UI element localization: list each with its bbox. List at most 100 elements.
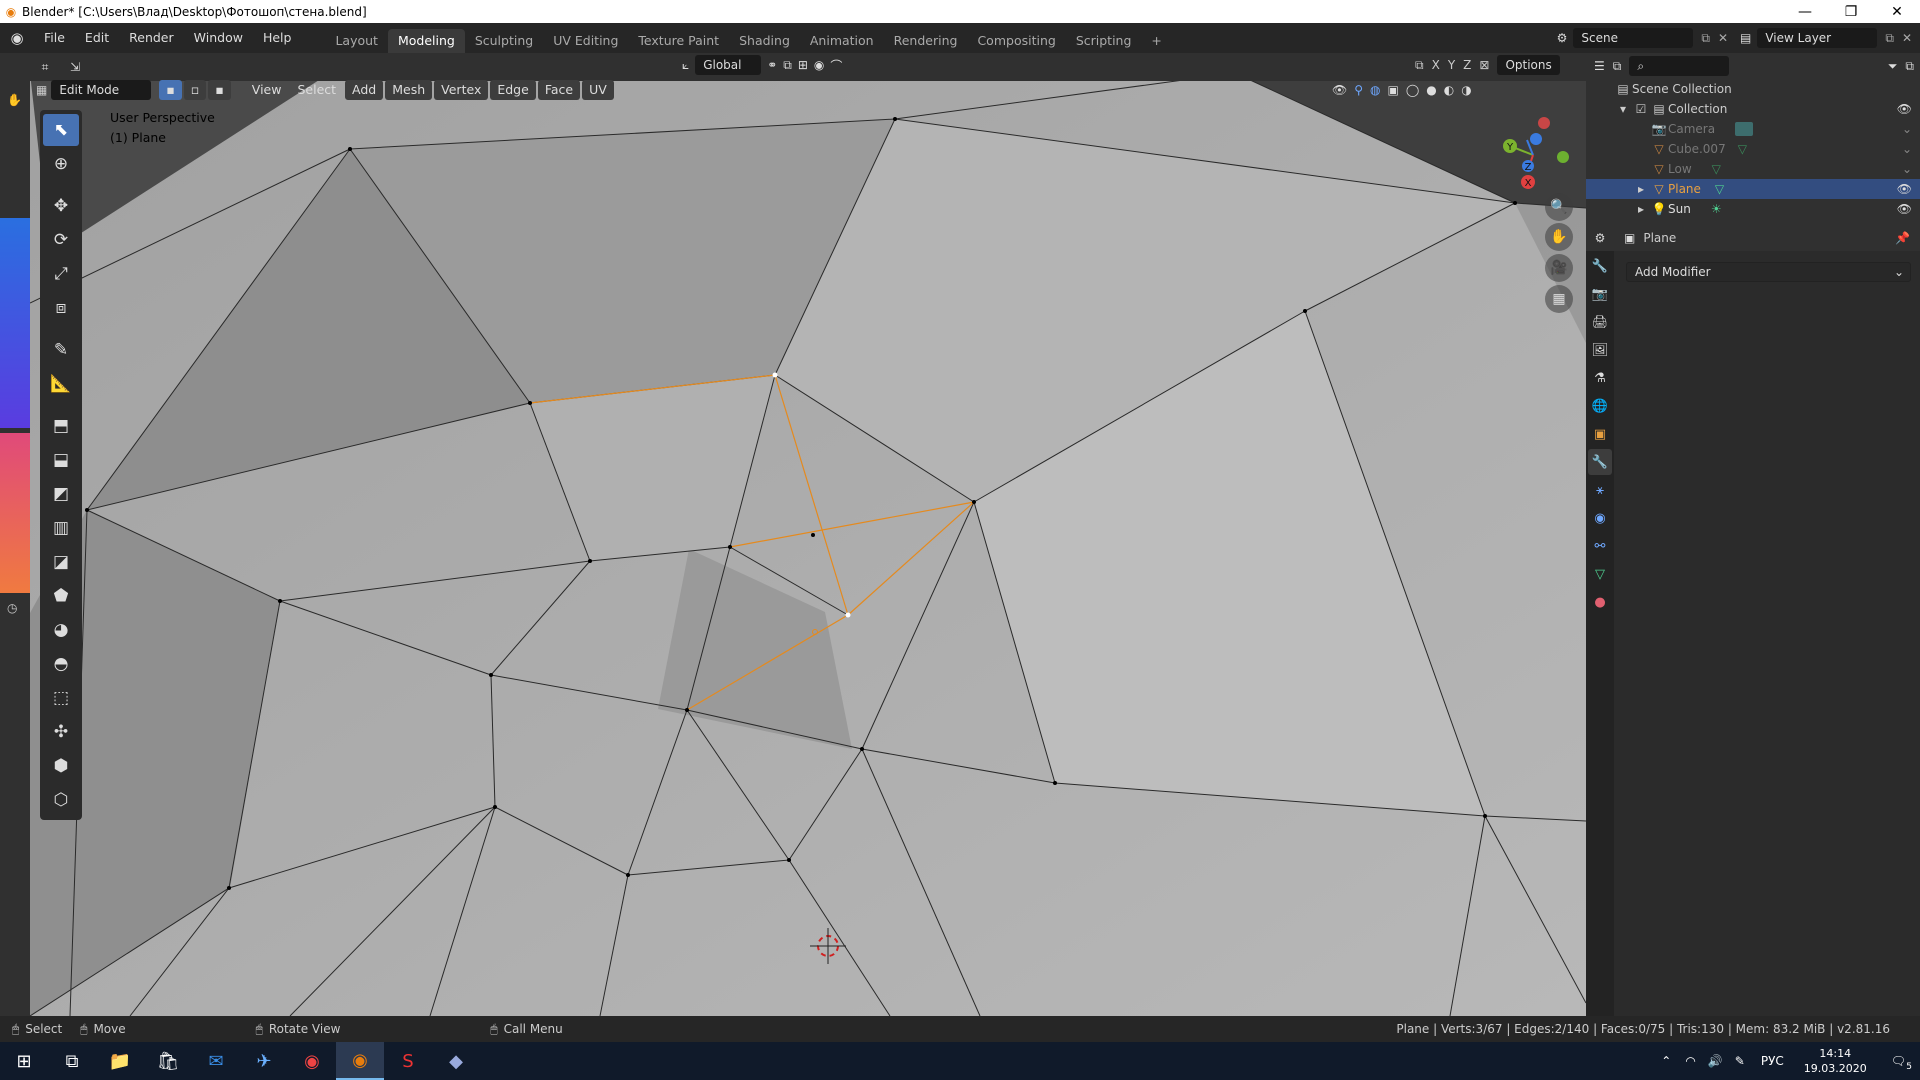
mesh-vertex[interactable] (489, 673, 493, 677)
mesh-vertex[interactable] (493, 805, 497, 809)
eye-icon[interactable]: 👁 (1897, 202, 1912, 216)
loop-cut-tool-icon[interactable]: ▥ (43, 512, 79, 544)
mail-icon[interactable]: ✉ (192, 1042, 240, 1080)
scale-tool-icon[interactable]: ⤢ (43, 258, 79, 290)
blender-taskbar-icon[interactable]: ◉ (336, 1042, 384, 1080)
snap-icon[interactable]: ⧉ (783, 58, 792, 73)
eye-icon[interactable]: 👁 (1897, 102, 1912, 116)
orientation-dropdown[interactable]: Global (695, 55, 762, 75)
mesh-vertex[interactable] (972, 500, 976, 504)
scene-field[interactable]: Scene (1573, 28, 1694, 48)
hand-icon[interactable]: ✋ (7, 93, 22, 107)
spin-tool-icon[interactable]: ◕ (43, 614, 79, 646)
app-icon-2[interactable]: ◆ (432, 1042, 480, 1080)
add-workspace-button[interactable]: + (1141, 29, 1171, 53)
filter-icon[interactable]: ⏷ (1888, 59, 1898, 74)
edge-select-mode[interactable]: ▫ (183, 80, 207, 100)
poly-build-tool-icon[interactable]: ⬟ (43, 580, 79, 612)
minimize-button[interactable]: — (1782, 0, 1828, 23)
menu-select[interactable]: Select (290, 80, 343, 100)
tab-rendering[interactable]: Rendering (884, 29, 968, 53)
pen-icon[interactable]: ✎ (1735, 1054, 1745, 1068)
snap-target-icon[interactable]: ⊞ (798, 58, 808, 72)
chrome-icon[interactable]: ◉ (288, 1042, 336, 1080)
menu-edge[interactable]: Edge (490, 80, 536, 100)
display-mode-icon[interactable]: ⧉ (1613, 59, 1622, 74)
xray-icon[interactable]: ▣ (1388, 83, 1399, 97)
app-icon[interactable]: ✈ (240, 1042, 288, 1080)
tab-animation[interactable]: Animation (800, 29, 884, 53)
outliner-item-low[interactable]: ▽ Low ▽ ⌄ (1586, 159, 1920, 179)
camera-view-icon[interactable]: 🎥 (1545, 254, 1573, 282)
wireframe-shading-icon[interactable]: ◯ (1406, 83, 1419, 97)
hidden-icon[interactable]: ⌄ (1902, 142, 1912, 156)
bevel-tool-icon[interactable]: ◩ (43, 478, 79, 510)
pin-icon[interactable]: 📌 (1895, 231, 1910, 245)
modifier-tab-icon[interactable]: 🔧 (1588, 449, 1612, 475)
tab-sculpting[interactable]: Sculpting (465, 29, 543, 53)
outliner-item-camera[interactable]: 📷 Camera ⌄ (1586, 119, 1920, 139)
mesh-wireframe[interactable] (30, 73, 1586, 1016)
visibility-icon[interactable]: 👁 (1332, 83, 1347, 97)
mesh-vertex[interactable] (1053, 781, 1057, 785)
menu-face[interactable]: Face (537, 80, 581, 100)
3d-viewport[interactable] (30, 73, 1586, 1016)
mesh-vertex[interactable] (787, 858, 791, 862)
outliner-item-sun[interactable]: ▸ 💡 Sun ☀ 👁 (1586, 199, 1920, 219)
scene-tab-icon[interactable]: ⚗ (1588, 365, 1612, 391)
menu-uv[interactable]: UV (582, 80, 614, 100)
store-icon[interactable]: 🛍 (144, 1042, 192, 1080)
eye-icon[interactable]: 👁 (1897, 182, 1912, 196)
face-select-mode[interactable]: ▪ (208, 80, 231, 100)
scene-icon[interactable]: ⚙ (1557, 31, 1568, 45)
outliner-search-field[interactable]: ⌕ (1629, 56, 1730, 76)
select-box-tool-icon[interactable]: ⬉ (43, 114, 79, 146)
menu-vertex[interactable]: Vertex (434, 80, 489, 100)
world-tab-icon[interactable]: 🌐 (1588, 393, 1612, 419)
object-tab-icon[interactable]: ▣ (1588, 421, 1612, 447)
menu-view[interactable]: View (245, 80, 289, 100)
auto-merge-icon[interactable]: ⊠ (1479, 58, 1489, 72)
substance-icon[interactable]: S (384, 1042, 432, 1080)
options-dropdown[interactable]: Options (1497, 55, 1560, 75)
tab-compositing[interactable]: Compositing (967, 29, 1065, 53)
measure-tool-icon[interactable]: 📐 (43, 368, 79, 400)
properties-editor-icon[interactable]: ⚙ (1586, 225, 1614, 251)
transform-tool-icon[interactable]: ⧈ (43, 292, 79, 324)
particles-tab-icon[interactable]: ⚹ (1588, 477, 1612, 503)
menu-file[interactable]: File (34, 23, 75, 53)
outliner-item-plane[interactable]: ▸ ▽ Plane ▽ 👁 (1586, 179, 1920, 199)
hidden-icon[interactable]: ⌄ (1902, 122, 1912, 136)
menu-window[interactable]: Window (184, 23, 253, 53)
checkbox-icon[interactable]: ☑ (1632, 102, 1650, 116)
disclosure-closed-icon[interactable]: ▸ (1632, 202, 1650, 216)
editor-type-icon[interactable]: ⌗ (30, 60, 60, 75)
mesh-vertex[interactable] (893, 117, 897, 121)
cursor-tool-icon[interactable]: ⊕ (43, 148, 79, 180)
file-explorer-icon[interactable]: 📁 (96, 1042, 144, 1080)
rendered-shading-icon[interactable]: ◑ (1461, 83, 1471, 97)
selected-vertex[interactable] (845, 612, 851, 618)
menu-help[interactable]: Help (253, 23, 302, 53)
clock[interactable]: 14:14 19.03.2020 (1804, 1046, 1867, 1076)
windows-start-icon[interactable]: ⊞ (0, 1042, 48, 1080)
material-shading-icon[interactable]: ◐ (1444, 83, 1454, 97)
tab-uv-editing[interactable]: UV Editing (543, 29, 628, 53)
physics-tab-icon[interactable]: ◉ (1588, 505, 1612, 531)
language-indicator[interactable]: РУС (1761, 1054, 1784, 1068)
ortho-toggle-icon[interactable]: ▦ (1545, 285, 1573, 313)
tool-settings-icon[interactable]: ⇲ (60, 60, 90, 74)
outliner-item-cube[interactable]: ▽ Cube.007 ▽ ⌄ (1586, 139, 1920, 159)
mesh-vertex[interactable] (85, 508, 89, 512)
annotate-tool-icon[interactable]: ✎ (43, 334, 79, 366)
mesh-vertex[interactable] (588, 559, 592, 563)
proportional-edit-icon[interactable]: ◉ (814, 58, 824, 72)
outliner-collection[interactable]: ▾ ☑ ▤ Collection 👁 (1586, 99, 1920, 119)
menu-edit[interactable]: Edit (75, 23, 119, 53)
notifications-icon[interactable]: 🗨 5 (1891, 1054, 1912, 1072)
navigation-gizmo[interactable]: Y Z X (1488, 110, 1578, 200)
zoom-icon[interactable]: 🔍 (1545, 193, 1573, 221)
inset-tool-icon[interactable]: ⬓ (43, 444, 79, 476)
hidden-icon[interactable]: ⌄ (1902, 162, 1912, 176)
view-layer-icon[interactable]: ▤ (1740, 31, 1751, 45)
